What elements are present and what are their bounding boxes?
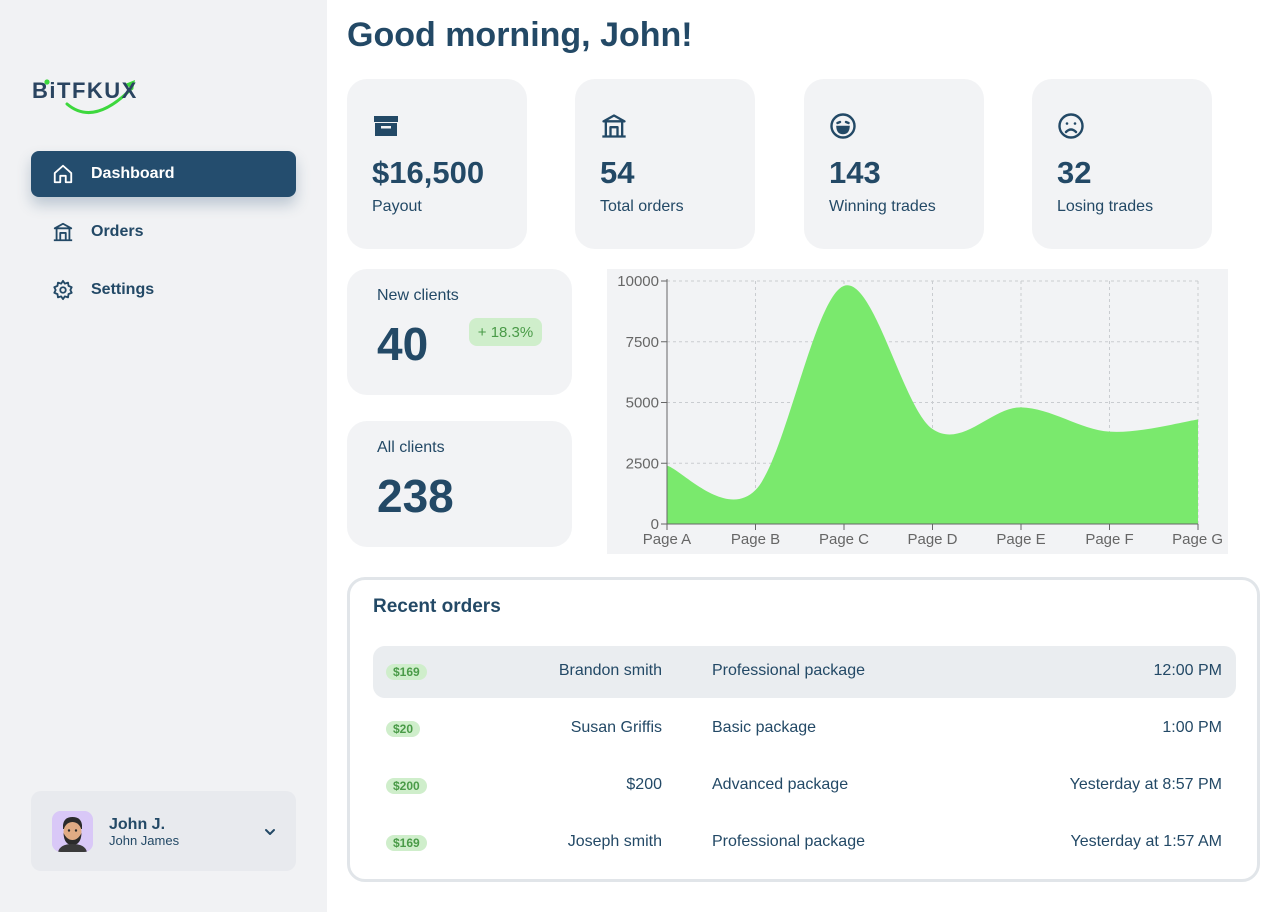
recent-orders-title: Recent orders (373, 596, 501, 617)
area-chart: 0 2500 5000 7500 10000 Page A Page B Page C Page… (607, 269, 1228, 554)
sidebar-item-label: Settings (91, 281, 155, 298)
stat-card-total-orders: 54 Total orders (575, 79, 755, 249)
brand-logo[interactable]: BiTFKUX (32, 72, 142, 122)
recent-orders-panel: Recent orders $169 Brandon smith Profess… (347, 577, 1260, 882)
y-tick-label: 10000 (617, 273, 659, 290)
package-name: Basic package (712, 719, 817, 736)
sidebar-item-label: Dashboard (91, 165, 175, 182)
stat-label: Total orders (600, 198, 684, 215)
sidebar-item-orders[interactable]: Orders (31, 209, 296, 255)
price-badge: $169 (386, 664, 427, 680)
gear-icon (51, 278, 75, 302)
brand-name: BiTFKUX (32, 78, 138, 103)
price-badge: $20 (386, 721, 421, 737)
new-clients-label: New clients (377, 287, 459, 304)
user-full-name: John James (109, 833, 180, 848)
new-clients-value: 40 (377, 318, 429, 370)
x-tick-label: Page E (996, 531, 1045, 548)
laughing-face-icon (829, 112, 857, 140)
sidebar-nav: Dashboard Orders Settings (31, 151, 296, 325)
all-clients-value: 238 (377, 470, 454, 522)
price-badge: $169 (386, 835, 427, 851)
stat-value: 32 (1057, 155, 1092, 190)
customer-name: $200 (626, 776, 662, 793)
x-tick-label: Page F (1085, 531, 1133, 548)
avatar (52, 811, 93, 852)
all-clients-card: All clients 238 (347, 421, 572, 547)
sad-face-icon (1057, 112, 1085, 140)
order-time: Yesterday at 1:57 AM (1070, 833, 1222, 850)
stat-card-payout: $16,500 Payout (347, 79, 527, 249)
order-time: Yesterday at 8:57 PM (1069, 776, 1222, 793)
stat-value: 54 (600, 155, 635, 190)
sidebar-item-label: Orders (91, 223, 144, 240)
chart-area-series (667, 285, 1198, 524)
sidebar: BiTFKUX Dashboard Orders Settings John J… (0, 0, 327, 912)
stat-label: Winning trades (829, 198, 936, 215)
customer-name: Joseph smith (567, 833, 662, 850)
order-time: 1:00 PM (1162, 719, 1222, 736)
stat-card-winning-trades: 143 Winning trades (804, 79, 984, 249)
stat-card-losing-trades: 32 Losing trades (1032, 79, 1212, 249)
home-icon (51, 162, 75, 186)
page-title: Good morning, John! (347, 16, 693, 54)
archive-icon (372, 112, 400, 140)
package-name: Advanced package (712, 776, 849, 793)
new-clients-card: New clients 40 + 18.3% (347, 269, 572, 395)
x-tick-label: Page A (643, 531, 691, 548)
price-badge: $200 (386, 778, 427, 794)
customer-name: Brandon smith (558, 662, 662, 679)
x-tick-label: Page C (819, 531, 869, 548)
x-tick-label: Page G (1172, 531, 1223, 548)
stat-value: 143 (829, 155, 881, 190)
x-tick-label: Page B (731, 531, 780, 548)
table-row[interactable]: $20 Susan Griffis Basic package 1:00 PM (373, 703, 1236, 755)
order-time: 12:00 PM (1153, 662, 1222, 679)
stat-value: $16,500 (372, 155, 485, 190)
building-icon (600, 112, 628, 140)
building-icon (51, 220, 75, 244)
y-tick-label: 5000 (626, 395, 659, 412)
package-name: Professional package (712, 662, 865, 679)
y-tick-label: 7500 (626, 334, 659, 351)
table-row[interactable]: $169 Brandon smith Professional package … (373, 646, 1236, 698)
user-menu[interactable]: John J. John James (31, 791, 296, 871)
sidebar-item-settings[interactable]: Settings (31, 267, 296, 313)
customer-name: Susan Griffis (570, 719, 662, 736)
sidebar-item-dashboard[interactable]: Dashboard (31, 151, 296, 197)
table-row[interactable]: $200 $200 Advanced package Yesterday at … (373, 760, 1236, 812)
stat-label: Losing trades (1057, 198, 1154, 215)
y-tick-label: 2500 (626, 455, 659, 472)
chevron-down-icon[interactable] (263, 825, 277, 844)
stat-label: Payout (372, 198, 422, 215)
all-clients-label: All clients (377, 439, 445, 456)
growth-badge: + 18.3% (469, 318, 542, 346)
x-tick-label: Page D (907, 531, 957, 548)
package-name: Professional package (712, 833, 865, 850)
table-row[interactable]: $169 Joseph smith Professional package Y… (373, 817, 1236, 869)
chart-svg: 025005000750010000Page A Page B Page C Page… (617, 273, 1223, 548)
user-name: John J. (109, 816, 166, 833)
